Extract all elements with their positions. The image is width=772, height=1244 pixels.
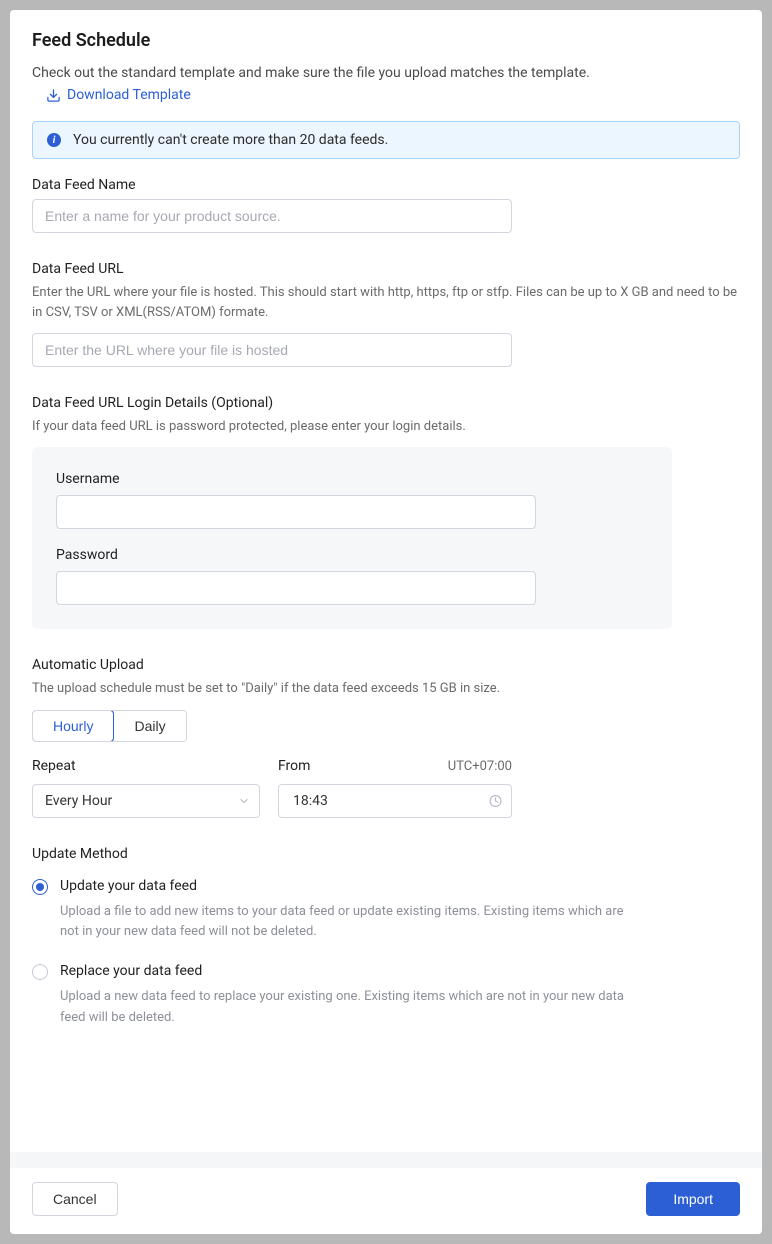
login-label: Data Feed URL Login Details (Optional) bbox=[32, 395, 740, 411]
auto-upload-help: The upload schedule must be set to "Dail… bbox=[32, 679, 740, 699]
feed-schedule-panel: Feed Schedule Check out the standard tem… bbox=[10, 10, 762, 1234]
update-option-replace: Replace your data feed Upload a new data… bbox=[32, 963, 740, 1029]
auto-upload-section: Automatic Upload The upload schedule mus… bbox=[32, 657, 740, 817]
footer: Cancel Import bbox=[10, 1168, 762, 1234]
schedule-row: Repeat Every Hour From UTC+07:00 18:43 bbox=[32, 758, 740, 818]
update-method-section: Update Method Update your data feed Uplo… bbox=[32, 846, 740, 1029]
username-input[interactable] bbox=[56, 495, 536, 529]
from-time-picker[interactable]: 18:43 bbox=[278, 784, 512, 818]
page-title: Feed Schedule bbox=[32, 30, 740, 51]
clock-icon bbox=[489, 794, 502, 807]
info-message: You currently can't create more than 20 … bbox=[73, 132, 388, 148]
update-option-update: Update your data feed Upload a file to a… bbox=[32, 878, 740, 944]
username-field-wrap: Username bbox=[56, 471, 648, 529]
update-option-title: Update your data feed bbox=[60, 878, 640, 894]
replace-option-desc: Upload a new data feed to replace your e… bbox=[60, 987, 640, 1029]
password-field-wrap: Password bbox=[56, 547, 648, 605]
update-option-desc: Upload a file to add new items to your d… bbox=[60, 902, 640, 944]
radio-replace[interactable] bbox=[32, 964, 48, 980]
username-label: Username bbox=[56, 471, 648, 487]
upload-freq-daily[interactable]: Daily bbox=[113, 711, 185, 741]
upload-freq-hourly[interactable]: Hourly bbox=[32, 710, 114, 742]
divider-bar bbox=[10, 1152, 762, 1168]
from-label: From bbox=[278, 758, 310, 774]
cancel-button[interactable]: Cancel bbox=[32, 1182, 118, 1216]
login-box: Username Password bbox=[32, 447, 672, 629]
import-button[interactable]: Import bbox=[646, 1182, 740, 1216]
radio-update[interactable] bbox=[32, 879, 48, 895]
from-col: From UTC+07:00 18:43 bbox=[278, 758, 512, 818]
panel-content: Feed Schedule Check out the standard tem… bbox=[10, 10, 762, 1152]
feed-name-section: Data Feed Name bbox=[32, 177, 740, 233]
upload-frequency-toggle: Hourly Daily bbox=[32, 710, 187, 742]
replace-option-body: Replace your data feed Upload a new data… bbox=[60, 963, 640, 1029]
password-input[interactable] bbox=[56, 571, 536, 605]
replace-option-title: Replace your data feed bbox=[60, 963, 640, 979]
update-option-body: Update your data feed Upload a file to a… bbox=[60, 878, 640, 944]
repeat-label: Repeat bbox=[32, 758, 260, 774]
password-label: Password bbox=[56, 547, 648, 563]
auto-upload-label: Automatic Upload bbox=[32, 657, 740, 673]
intro-text: Check out the standard template and make… bbox=[32, 65, 740, 81]
repeat-value: Every Hour bbox=[45, 793, 112, 809]
update-method-label: Update Method bbox=[32, 846, 740, 862]
feed-name-input[interactable] bbox=[32, 199, 512, 233]
feed-url-help: Enter the URL where your file is hosted.… bbox=[32, 283, 740, 323]
login-help: If your data feed URL is password protec… bbox=[32, 417, 740, 437]
feed-url-label: Data Feed URL bbox=[32, 261, 740, 277]
feed-url-section: Data Feed URL Enter the URL where your f… bbox=[32, 261, 740, 367]
info-icon: i bbox=[47, 133, 61, 147]
download-template-link[interactable]: Download Template bbox=[46, 87, 191, 103]
info-alert: i You currently can't create more than 2… bbox=[32, 121, 740, 159]
from-value: 18:43 bbox=[293, 793, 328, 809]
repeat-col: Repeat Every Hour bbox=[32, 758, 260, 818]
download-icon bbox=[46, 88, 61, 103]
download-template-label: Download Template bbox=[67, 87, 191, 103]
chevron-down-icon bbox=[238, 795, 250, 807]
feed-url-input[interactable] bbox=[32, 333, 512, 367]
feed-name-label: Data Feed Name bbox=[32, 177, 740, 193]
timezone-text: UTC+07:00 bbox=[448, 759, 512, 774]
login-section: Data Feed URL Login Details (Optional) I… bbox=[32, 395, 740, 629]
repeat-select[interactable]: Every Hour bbox=[32, 784, 260, 818]
